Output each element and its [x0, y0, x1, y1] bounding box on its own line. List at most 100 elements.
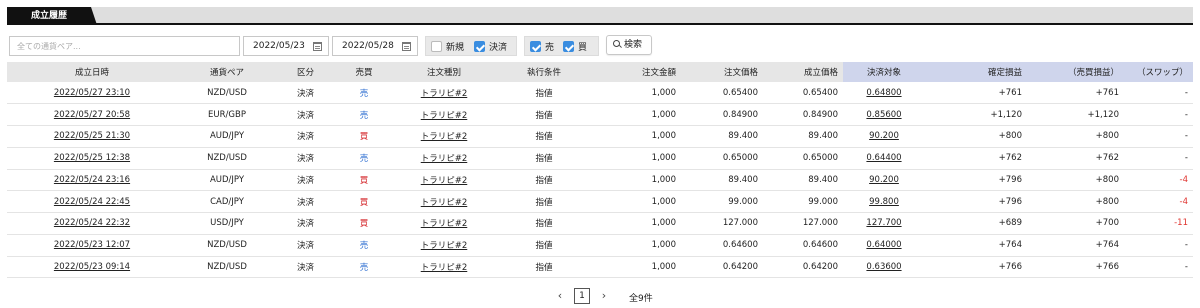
exec-time-link[interactable]: 2022/05/27 20:58 [7, 103, 177, 126]
side-filter-group: 売 買 [524, 36, 599, 56]
swap-cell: - [1124, 256, 1193, 279]
col-header-type[interactable]: 区分 [277, 62, 334, 82]
settle-target-link[interactable]: 90.200 [843, 125, 925, 148]
calendar-icon[interactable] [402, 42, 411, 51]
col-header-currency-pair[interactable]: 通貨ペア [177, 62, 277, 82]
currency-pair-cell: NZD/USD [177, 256, 277, 279]
col-header-settle-target[interactable]: 決済対象 [843, 62, 925, 82]
col-header-exec-condition[interactable]: 執行条件 [494, 62, 594, 82]
order-kind-link[interactable]: トラリピ#2 [394, 190, 494, 213]
settle-target-link[interactable]: 0.64400 [843, 147, 925, 170]
order-price-cell: 89.400 [681, 169, 763, 192]
col-header-order-kind[interactable]: 注文種別 [394, 62, 494, 82]
order-kind-link[interactable]: トラリピ#2 [394, 212, 494, 235]
order-kind-link[interactable]: トラリピ#2 [394, 103, 494, 126]
table-row: 2022/05/25 21:30 AUD/JPY 決済買トラリピ#2 指値 1,000 8… [7, 125, 1193, 148]
buy-checkbox-label: 買 [578, 43, 588, 53]
exec-time-link[interactable]: 2022/05/25 21:30 [7, 125, 177, 148]
currency-pair-cell: NZD/USD [177, 234, 277, 257]
table-row: 2022/05/27 23:10 NZD/USD 決済売トラリピ#2 指値 1,000 0… [7, 82, 1193, 105]
side-cell: 売 [334, 82, 394, 105]
exec-condition-cell: 指値 [494, 125, 594, 148]
execution-history-table: 成立日時 通貨ペア 区分 売買 注文種別 執行条件 注文金額 注文価格 成立価格… [7, 62, 1193, 279]
table-header-row: 成立日時 通貨ペア 区分 売買 注文種別 執行条件 注文金額 注文価格 成立価格… [7, 62, 1193, 82]
settle-target-link[interactable]: 99.800 [843, 190, 925, 213]
settle-target-link[interactable]: 127.700 [843, 212, 925, 235]
unchecked-box-icon [431, 41, 442, 52]
order-amount-cell: 1,000 [594, 190, 681, 213]
search-icon [613, 40, 620, 47]
order-kind-link[interactable]: トラリピ#2 [394, 147, 494, 170]
calendar-icon[interactable] [313, 42, 322, 51]
order-kind-link[interactable]: トラリピ#2 [394, 82, 494, 105]
order-price-cell: 0.64600 [681, 234, 763, 257]
exec-price-cell: 0.65400 [763, 82, 843, 105]
exec-time-link[interactable]: 2022/05/24 22:32 [7, 212, 177, 235]
order-amount-cell: 1,000 [594, 234, 681, 257]
exec-condition-cell: 指値 [494, 147, 594, 170]
realized-pl-cell: +796 [925, 169, 1027, 192]
settle-target-link[interactable]: 0.64800 [843, 82, 925, 105]
order-kind-link[interactable]: トラリピ#2 [394, 125, 494, 148]
prev-page-icon[interactable]: ‹ [555, 290, 565, 301]
settle-target-link[interactable]: 0.63600 [843, 256, 925, 279]
exec-condition-cell: 指値 [494, 256, 594, 279]
table-row: 2022/05/23 09:14 NZD/USD 決済売トラリピ#2 指値 1,000 0… [7, 256, 1193, 279]
realized-pl-cell: +1,120 [925, 103, 1027, 126]
swap-cell: -4 [1124, 169, 1193, 192]
exec-time-link[interactable]: 2022/05/23 09:14 [7, 256, 177, 279]
swap-cell: - [1124, 125, 1193, 148]
order-price-cell: 99.000 [681, 190, 763, 213]
order-price-cell: 89.400 [681, 125, 763, 148]
exec-condition-cell: 指値 [494, 190, 594, 213]
type-cell: 決済 [277, 103, 334, 126]
date-to-value: 2022/05/28 [342, 41, 394, 51]
new-checkbox[interactable]: 新規 [431, 40, 464, 53]
col-header-exec-time[interactable]: 成立日時 [7, 62, 177, 82]
exec-time-link[interactable]: 2022/05/25 12:38 [7, 147, 177, 170]
trade-pl-cell: +764 [1027, 234, 1124, 257]
exec-time-link[interactable]: 2022/05/27 23:10 [7, 82, 177, 105]
settle-target-link[interactable]: 0.85600 [843, 103, 925, 126]
exec-condition-cell: 指値 [494, 103, 594, 126]
settle-target-link[interactable]: 0.64000 [843, 234, 925, 257]
check-icon [563, 41, 574, 52]
exec-price-cell: 0.65000 [763, 147, 843, 170]
order-amount-cell: 1,000 [594, 125, 681, 148]
order-kind-link[interactable]: トラリピ#2 [394, 169, 494, 192]
currency-pair-cell: USD/JPY [177, 212, 277, 235]
sell-checkbox[interactable]: 売 [530, 40, 554, 53]
exec-time-link[interactable]: 2022/05/24 23:16 [7, 169, 177, 192]
type-cell: 決済 [277, 234, 334, 257]
settle-target-link[interactable]: 90.200 [843, 169, 925, 192]
pagination: ‹ 1 › 全9件 [0, 287, 1200, 305]
exec-time-link[interactable]: 2022/05/24 22:45 [7, 190, 177, 213]
buy-checkbox[interactable]: 買 [563, 40, 587, 53]
col-header-realized-pl[interactable]: 確定損益 [925, 62, 1027, 82]
tab-execution-history[interactable]: 成立履歴 [7, 7, 97, 25]
exec-price-cell: 0.64200 [763, 256, 843, 279]
realized-pl-cell: +762 [925, 147, 1027, 170]
next-page-icon[interactable]: › [599, 290, 609, 301]
search-button[interactable]: 検索 [606, 35, 652, 55]
col-header-trade-pl[interactable]: （売買損益） [1027, 62, 1124, 82]
col-header-order-amount[interactable]: 注文金額 [594, 62, 681, 82]
order-kind-link[interactable]: トラリピ#2 [394, 234, 494, 257]
currency-pair-search-input[interactable] [9, 36, 240, 56]
col-header-swap[interactable]: （スワップ） [1124, 62, 1193, 82]
col-header-exec-price[interactable]: 成立価格 [763, 62, 843, 82]
col-header-order-price[interactable]: 注文価格 [681, 62, 763, 82]
date-from-field[interactable]: 2022/05/23 [243, 36, 329, 56]
currency-pair-cell: EUR/GBP [177, 103, 277, 126]
col-header-side[interactable]: 売買 [334, 62, 394, 82]
realized-pl-cell: +796 [925, 190, 1027, 213]
order-kind-link[interactable]: トラリピ#2 [394, 256, 494, 279]
order-amount-cell: 1,000 [594, 212, 681, 235]
exec-time-link[interactable]: 2022/05/23 12:07 [7, 234, 177, 257]
trade-pl-cell: +700 [1027, 212, 1124, 235]
exec-condition-cell: 指値 [494, 234, 594, 257]
page-number-current[interactable]: 1 [574, 288, 590, 304]
date-to-field[interactable]: 2022/05/28 [332, 36, 418, 56]
settle-checkbox[interactable]: 決済 [474, 40, 507, 53]
swap-cell: -4 [1124, 190, 1193, 213]
